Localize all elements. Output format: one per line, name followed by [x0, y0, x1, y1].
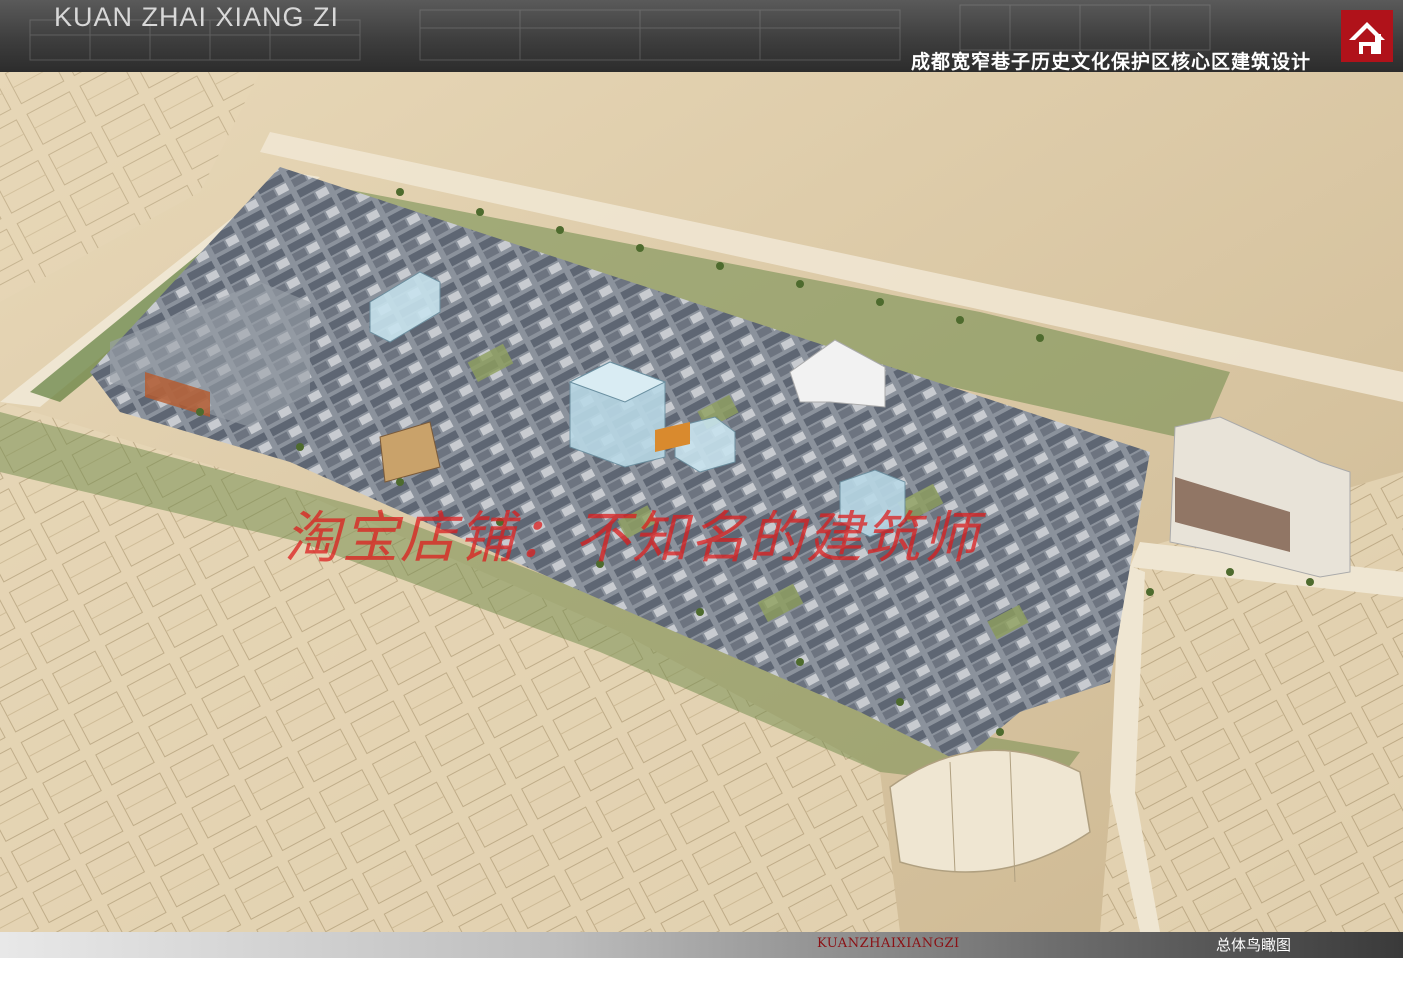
- sheet-title: 总体鸟瞰图: [1216, 936, 1292, 954]
- header-band: KUAN ZHAI XIANG ZI 成都宽窄巷子历史文化保护区核心区建筑设计: [0, 0, 1403, 72]
- watermark-text: 淘宝店铺：不知名的建筑师: [284, 506, 980, 571]
- footer-band: KUANZHAIXIANGZI 总体鸟瞰图: [0, 932, 1403, 958]
- logo-icon: [1341, 10, 1393, 62]
- bottom-margin: [0, 958, 1403, 992]
- project-title: 成都宽窄巷子历史文化保护区核心区建筑设计: [910, 51, 1311, 72]
- footer-project-code: KUANZHAIXIANGZI: [817, 936, 960, 951]
- brand-wordmark: KUAN ZHAI XIANG ZI: [54, 2, 340, 32]
